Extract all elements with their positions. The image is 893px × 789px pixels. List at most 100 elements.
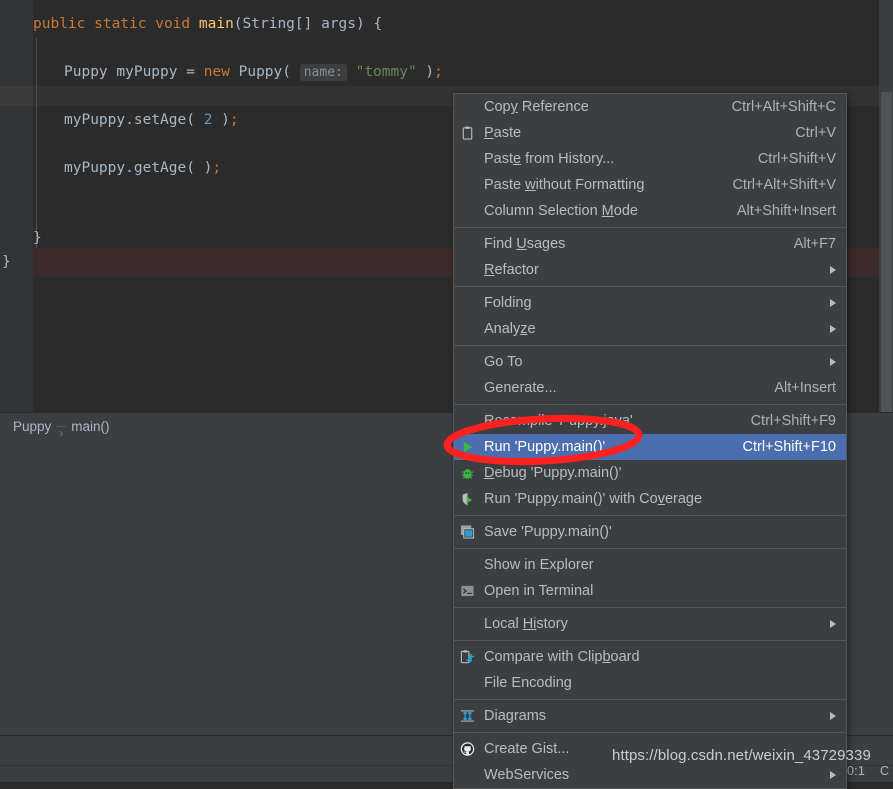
menu-item-run-puppy-main[interactable]: Run 'Puppy.main()' Ctrl+Shift+F10 <box>454 434 846 460</box>
menu-item-label: Find Usages <box>484 236 566 252</box>
menu-item-folding[interactable]: Folding <box>454 290 846 316</box>
code-token: "tommy" <box>355 64 417 80</box>
menu-item-accelerator: Alt+Insert <box>774 380 836 396</box>
menu-item-label: Create Gist... <box>484 741 570 757</box>
mnemonic-letter: R <box>484 262 495 278</box>
menu-item-local-history[interactable]: Local History <box>454 611 846 637</box>
terminal-icon <box>459 583 476 600</box>
chevron-right-icon <box>830 299 836 307</box>
code-token: ) <box>212 112 230 128</box>
code-line: } <box>0 228 42 248</box>
menu-item-generate[interactable]: Generate... Alt+Insert <box>454 375 846 401</box>
menu-item-save-puppy-main[interactable]: Save 'Puppy.main()' <box>454 519 846 545</box>
breadcrumb-separator: › <box>56 426 67 440</box>
menu-item-label: Diagrams <box>484 708 547 724</box>
menu-item-refactor[interactable]: Refactor <box>454 257 846 283</box>
code-line: myPuppy.setAge( 2 ); <box>0 110 239 130</box>
menu-item-label: Generate... <box>484 380 557 396</box>
menu-item-diagrams[interactable]: Diagrams <box>454 703 846 729</box>
menu-item-label: Run 'Puppy.main()' with Coverage <box>484 491 703 507</box>
menu-item-label: Open in Terminal <box>484 583 594 599</box>
menu-item-accelerator: Ctrl+Shift+V <box>757 151 836 167</box>
status-extra-indicator[interactable]: C <box>880 764 889 778</box>
menu-item-paste-without-formatting[interactable]: Paste without Formatting Ctrl+Alt+Shift+V <box>454 172 846 198</box>
menu-item-label: File Encoding <box>484 675 572 691</box>
menu-item-accelerator: Ctrl+Alt+Shift+V <box>732 177 836 193</box>
menu-item-label: Run 'Puppy.main()' <box>484 439 606 455</box>
code-line: Puppy myPuppy = new Puppy( name: "tommy"… <box>0 62 443 83</box>
menu-item-find-usages[interactable]: Find Usages Alt+F7 <box>454 231 846 257</box>
code-token: static <box>94 16 156 32</box>
chevron-right-icon <box>830 325 836 333</box>
mnemonic-letter: D <box>484 465 495 481</box>
chevron-right-icon <box>830 620 836 628</box>
menu-item-file-encoding[interactable]: File Encoding <box>454 670 846 696</box>
run-icon <box>459 439 476 456</box>
code-token: (String[] args) { <box>233 16 383 32</box>
chevron-right-icon <box>830 712 836 720</box>
menu-item-analyze[interactable]: Analyze <box>454 316 846 342</box>
menu-item-label: Recompile 'Puppy.java' <box>484 413 633 429</box>
mnemonic-letter: M <box>601 203 614 219</box>
menu-item-column-selection-mode[interactable]: Column Selection Mode Alt+Shift+Insert <box>454 198 846 224</box>
coverage-icon <box>459 491 476 508</box>
mnemonic-letter: b <box>602 649 611 665</box>
code-token: myPuppy.getAge( ) <box>64 160 213 176</box>
menu-item-label: Column Selection Mode <box>484 203 638 219</box>
menu-item-open-in-terminal[interactable]: Open in Terminal <box>454 578 846 604</box>
menu-item-accelerator: Ctrl+Alt+Shift+C <box>731 99 836 115</box>
menu-item-label: Save 'Puppy.main()' <box>484 524 612 540</box>
menu-item-recompile-puppy-java[interactable]: Recompile 'Puppy.java' Ctrl+Shift+F9 <box>454 408 846 434</box>
code-token: myPuppy.setAge( <box>64 112 204 128</box>
editor-scrollbar-thumb[interactable] <box>881 92 892 422</box>
code-token: Puppy myPuppy = <box>64 64 204 80</box>
menu-item-label: Refactor <box>484 262 539 278</box>
code-token: ; <box>229 112 239 128</box>
code-token: new <box>203 64 239 80</box>
menu-item-run-puppy-main-with-coverage[interactable]: Run 'Puppy.main()' with Coverage <box>454 486 846 512</box>
menu-item-paste[interactable]: Paste Ctrl+V <box>454 120 846 146</box>
code-token: } <box>2 254 11 270</box>
menu-separator <box>454 404 846 405</box>
save-icon <box>459 524 476 541</box>
diagrams-icon <box>459 708 476 725</box>
menu-separator <box>454 640 846 641</box>
menu-item-webservices[interactable]: WebServices <box>454 762 846 788</box>
code-token: ; <box>434 64 443 80</box>
code-token: ) <box>416 64 435 80</box>
code-line: } <box>0 252 11 272</box>
menu-item-compare-with-clipboard[interactable]: Compare with Clipboard <box>454 644 846 670</box>
github-icon <box>459 741 476 758</box>
menu-item-accelerator: Alt+F7 <box>793 236 836 252</box>
menu-item-accelerator: Ctrl+V <box>795 125 836 141</box>
menu-item-go-to[interactable]: Go To <box>454 349 846 375</box>
menu-separator <box>454 345 846 346</box>
code-line: myPuppy.getAge( ); <box>0 158 221 178</box>
menu-item-label: Paste without Formatting <box>484 177 645 193</box>
menu-item-label: Paste <box>484 125 522 141</box>
mnemonic-letter: e <box>513 151 522 167</box>
editor-context-menu[interactable]: Copy Reference Ctrl+Alt+Shift+C Paste Ctrl+… <box>453 93 847 789</box>
menu-item-accelerator: Alt+Shift+Insert <box>736 203 836 219</box>
menu-item-label: Analyze <box>484 321 536 337</box>
mnemonic-letter: P <box>484 125 494 141</box>
menu-item-show-in-explorer[interactable]: Show in Explorer <box>454 552 846 578</box>
clipboard-icon <box>459 125 476 142</box>
code-token: ; <box>212 160 222 176</box>
menu-item-accelerator: Ctrl+Shift+F9 <box>750 413 836 429</box>
menu-separator <box>454 607 846 608</box>
mnemonic-letter: Hi <box>522 616 537 632</box>
menu-separator <box>454 286 846 287</box>
breadcrumb-item[interactable]: main() <box>66 419 114 434</box>
menu-item-paste-from-history[interactable]: Paste from History... Ctrl+Shift+V <box>454 146 846 172</box>
code-token: public <box>33 16 95 32</box>
breadcrumb-item[interactable]: Puppy <box>8 419 56 434</box>
menu-item-copy-reference[interactable]: Copy Reference Ctrl+Alt+Shift+C <box>454 94 846 120</box>
code-token: } <box>33 230 42 246</box>
code-token: name: <box>299 64 347 81</box>
menu-item-debug-puppy-main[interactable]: Debug 'Puppy.main()' <box>454 460 846 486</box>
chevron-right-icon <box>830 358 836 366</box>
debug-icon <box>459 465 476 482</box>
menu-item-accelerator: Ctrl+Shift+F10 <box>742 439 837 455</box>
